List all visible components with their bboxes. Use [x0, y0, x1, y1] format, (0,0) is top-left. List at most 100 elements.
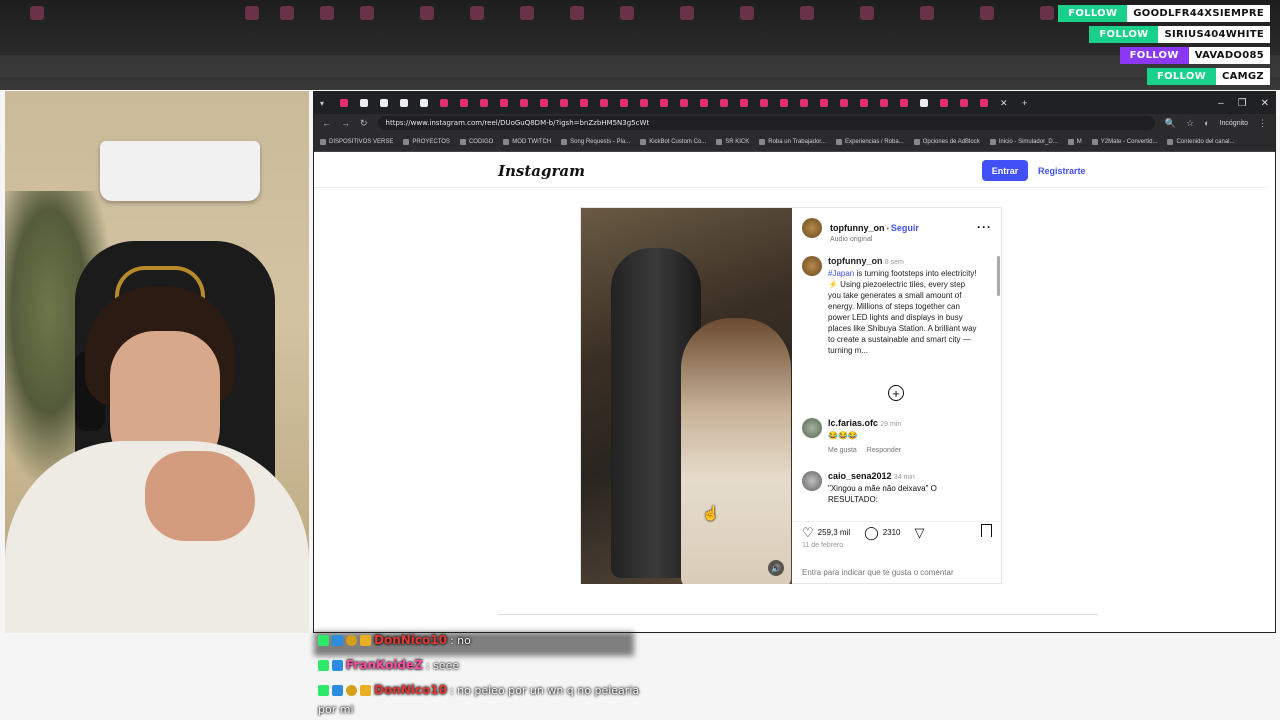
bookmark[interactable]: M — [1067, 138, 1082, 145]
search-icon[interactable]: 🔍 — [1165, 118, 1176, 129]
instagram-logo[interactable]: Instagram — [498, 162, 585, 180]
bookmark-star-icon[interactable]: ☆ — [1186, 118, 1194, 129]
bookmark[interactable]: Experiencias / Roba... — [835, 138, 904, 145]
avatar[interactable] — [802, 418, 822, 438]
tab-instagram[interactable] — [500, 99, 508, 107]
tab-instagram[interactable] — [580, 99, 588, 107]
tab-instagram[interactable] — [860, 99, 868, 107]
bookmark[interactable]: PROYECTOS — [403, 138, 450, 145]
caption-text-block: topfunny_on 8 sem #Japan is turning foot… — [828, 256, 978, 356]
tab-search-icon[interactable]: ▾ — [320, 99, 328, 108]
tab-instagram[interactable] — [780, 99, 788, 107]
bookmark[interactable]: CODIGO — [459, 138, 493, 145]
bookmark-icon — [913, 138, 920, 145]
tab-instagram[interactable] — [700, 99, 708, 107]
caption-username[interactable]: topfunny_on — [828, 256, 883, 266]
audio-label[interactable]: Audio original — [830, 236, 919, 243]
chat-username[interactable]: FranKoideZ — [346, 658, 423, 672]
tab-instagram[interactable] — [640, 99, 648, 107]
tab-instagram[interactable] — [760, 99, 768, 107]
forward-icon[interactable]: → — [341, 118, 350, 128]
hashtag-link[interactable]: #Japan — [828, 269, 854, 278]
tab-instagram[interactable] — [600, 99, 608, 107]
tab-instagram[interactable] — [940, 99, 948, 107]
close-window-icon[interactable]: ✕ — [1261, 98, 1269, 109]
follow-link[interactable]: Seguir — [891, 223, 919, 233]
chat-username[interactable]: DonNico10 — [374, 633, 447, 647]
bookmark-label: DISPOSITIVOS VERSE — [329, 138, 394, 145]
new-tab-icon[interactable]: + — [1022, 99, 1032, 108]
tab-instagram[interactable] — [740, 99, 748, 107]
url-field[interactable]: https://www.instagram.com/reel/DUoGuQ8DM… — [377, 116, 1155, 130]
bookmark[interactable]: MOD TWITCH — [503, 138, 551, 145]
bookmark[interactable]: Inicio - Simulador_D... — [989, 138, 1058, 145]
reel-video[interactable]: 🔊 — [581, 208, 792, 584]
comment-username[interactable]: caio_sena2012 — [828, 471, 892, 481]
tab-instagram[interactable] — [620, 99, 628, 107]
tab-instagram[interactable] — [460, 99, 468, 107]
avatar[interactable] — [802, 471, 822, 491]
tab-instagram[interactable] — [560, 99, 568, 107]
tab-instagram[interactable] — [960, 99, 968, 107]
minimize-icon[interactable]: – — [1218, 98, 1224, 109]
bookmark[interactable]: Roba un Trabajador... — [759, 138, 826, 145]
bookmark-icon — [1091, 138, 1098, 145]
incognito-label: Incógnito — [1219, 119, 1248, 127]
bookmark[interactable]: KickBot Custom Co... — [640, 138, 706, 145]
tab-instagram[interactable] — [440, 99, 448, 107]
reload-icon[interactable]: ↻ — [360, 118, 368, 129]
tab-instagram[interactable] — [880, 99, 888, 107]
blurred-tab — [740, 6, 754, 20]
tab-instagram[interactable] — [660, 99, 668, 107]
avatar[interactable] — [802, 218, 822, 238]
tab-instagram-active[interactable] — [980, 99, 988, 107]
chat-username[interactable]: DonNico10 — [374, 683, 447, 697]
tab-tiktok[interactable] — [420, 99, 428, 107]
save-icon[interactable] — [981, 524, 992, 537]
tab-tiktok[interactable] — [400, 99, 408, 107]
tab-instagram[interactable] — [900, 99, 908, 107]
register-link[interactable]: Registrarte — [1038, 166, 1086, 176]
bookmark[interactable]: Y2Mate - Convertid... — [1091, 138, 1157, 145]
bookmark-icon — [759, 138, 766, 145]
tab-tiktok[interactable] — [360, 99, 368, 107]
tab-instagram[interactable] — [340, 99, 348, 107]
bookmark[interactable]: Song Requests - Pla... — [561, 138, 630, 145]
tab-instagram[interactable] — [680, 99, 688, 107]
bookmark[interactable]: SR KICK — [716, 138, 749, 145]
mute-icon[interactable]: 🔊 — [768, 560, 784, 576]
tab-instagram[interactable] — [720, 99, 728, 107]
maximize-icon[interactable]: ❐ — [1238, 98, 1247, 109]
tab-instagram[interactable] — [800, 99, 808, 107]
tab-instagram[interactable] — [480, 99, 488, 107]
blurred-tab — [570, 6, 584, 20]
comment-username[interactable]: lc.farias.ofc — [828, 418, 878, 428]
avatar[interactable] — [802, 256, 822, 276]
bookmark[interactable]: Contenido del canal... — [1167, 138, 1235, 145]
load-more-comments-icon[interactable]: + — [888, 385, 904, 401]
tab-instagram[interactable] — [840, 99, 848, 107]
back-icon[interactable]: ← — [322, 118, 331, 128]
tab-instagram[interactable] — [520, 99, 528, 107]
tab-tiktok[interactable] — [380, 99, 388, 107]
login-button[interactable]: Entrar — [982, 160, 1028, 181]
streamer-hand — [145, 451, 255, 541]
bookmark[interactable]: Opciones de AdBlock — [913, 138, 980, 145]
tab-tiktok[interactable] — [920, 99, 928, 107]
login-to-interact-link[interactable]: Entra para indicar que te gusta o coment… — [802, 568, 954, 577]
share-icon[interactable]: ▽ — [914, 526, 924, 539]
tab-instagram[interactable] — [820, 99, 828, 107]
likes-count: 259,3 mil — [817, 528, 851, 537]
like-comment-link[interactable]: Me gusta — [828, 445, 857, 456]
more-options-icon[interactable]: ··· — [977, 220, 992, 234]
browser-menu-icon[interactable]: ⋮ — [1258, 118, 1267, 129]
comments-scrollbar[interactable] — [997, 256, 1000, 296]
author-username[interactable]: topfunny_on — [830, 223, 885, 233]
bookmark[interactable]: DISPOSITIVOS VERSE — [320, 138, 394, 145]
bookmark-icon — [640, 138, 647, 145]
heart-icon[interactable]: ♡ — [802, 526, 814, 539]
comment-icon[interactable]: ◯ — [864, 526, 879, 539]
close-tab-icon[interactable]: ✕ — [1000, 99, 1010, 108]
tab-instagram[interactable] — [540, 99, 548, 107]
reply-link[interactable]: Responder — [867, 445, 901, 456]
